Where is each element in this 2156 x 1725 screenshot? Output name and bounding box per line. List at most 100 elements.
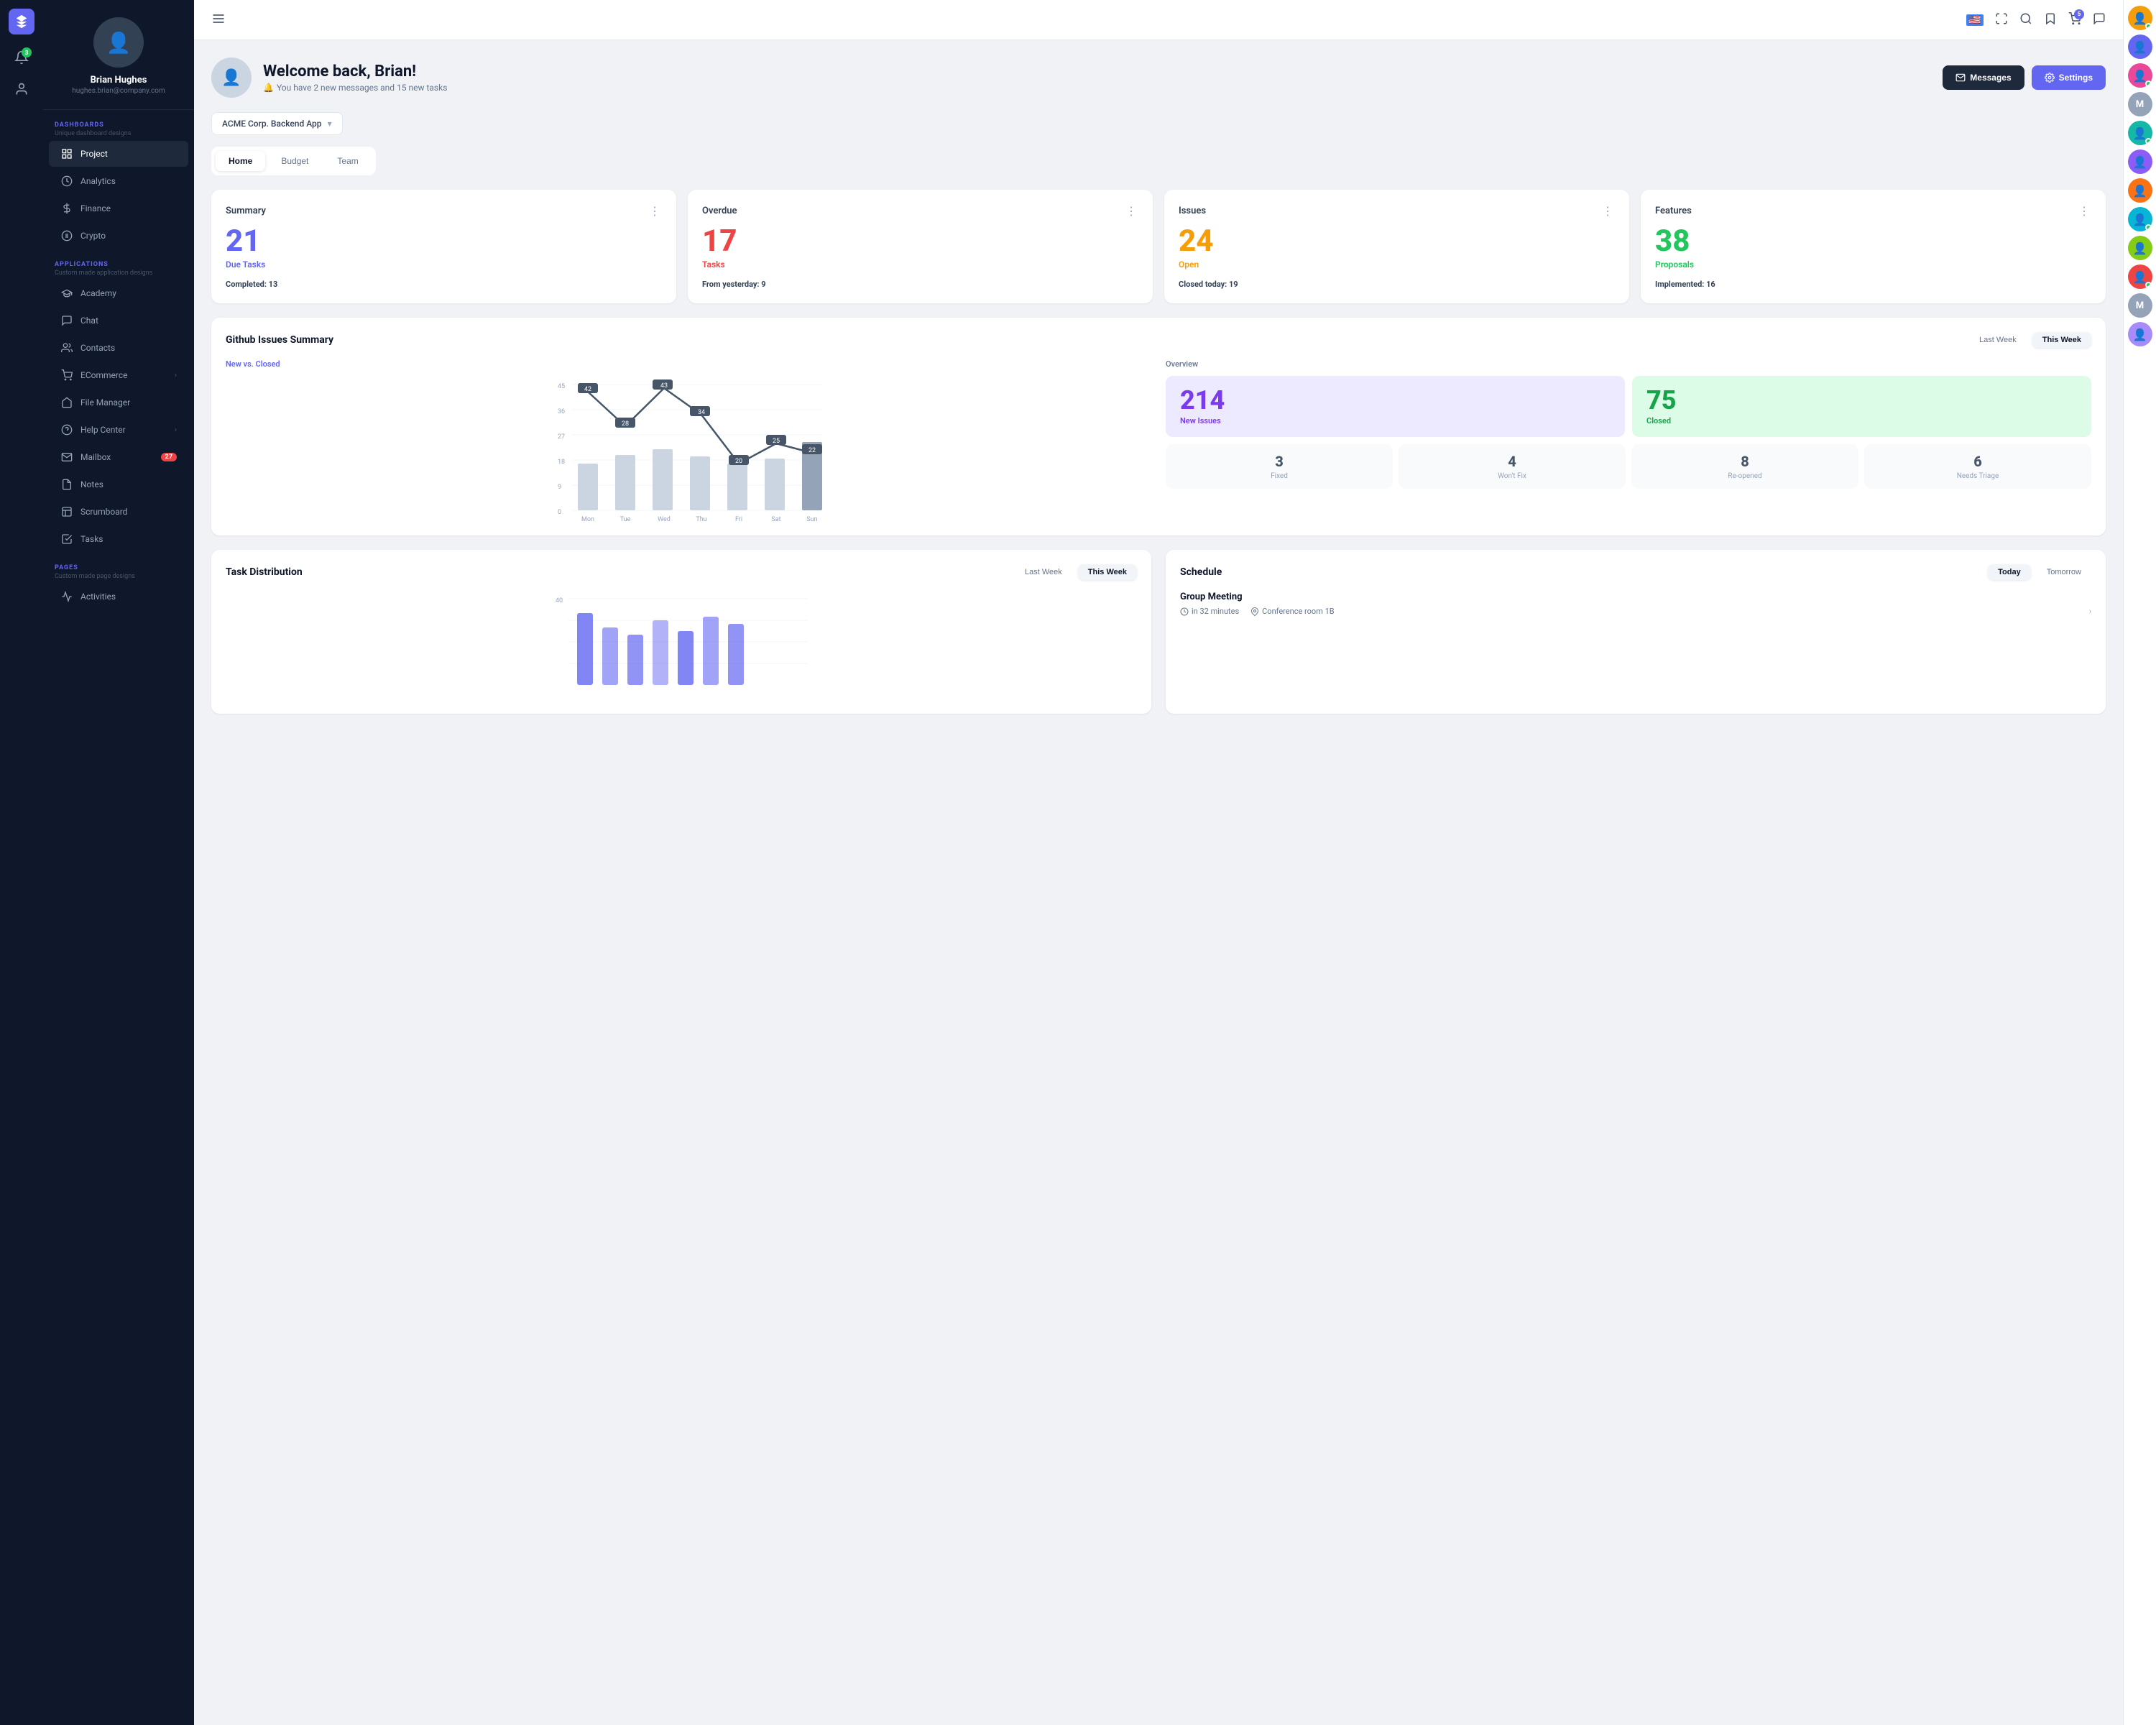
card-overdue-menu[interactable]: ⋮ (1125, 204, 1138, 218)
chart-icon (60, 175, 73, 188)
sidebar-item-project[interactable]: Project (49, 141, 188, 167)
online-indicator (2145, 23, 2152, 29)
svg-text:Fri: Fri (735, 516, 742, 521)
closed-issues-card: 75 Closed (1632, 376, 2091, 437)
main-area: 🇺🇸 5 (194, 0, 2123, 1725)
card-features-menu[interactable]: ⋮ (2078, 204, 2091, 218)
schedule-tomorrow-btn[interactable]: Tomorrow (2037, 564, 2091, 580)
project-selector-label: ACME Corp. Backend App (222, 119, 322, 129)
chart-area: New vs. Closed 45 36 27 18 9 0 (226, 359, 1151, 521)
welcome-left: 👤 Welcome back, Brian! 🔔 You have 2 new … (211, 58, 447, 98)
right-user-8[interactable]: 👤 (2128, 207, 2152, 231)
meeting-title: Group Meeting (1180, 592, 2091, 602)
svg-text:18: 18 (558, 459, 565, 466)
svg-text:40: 40 (556, 597, 563, 604)
cart-button[interactable]: 5 (2068, 12, 2081, 28)
language-selector[interactable]: 🇺🇸 (1966, 14, 1984, 26)
svg-text:36: 36 (558, 408, 565, 415)
menu-button[interactable] (211, 12, 226, 29)
notifications-button[interactable]: 3 (10, 46, 33, 72)
meeting-arrow-icon[interactable]: › (2089, 607, 2091, 616)
right-user-1[interactable]: 👤 (2128, 6, 2152, 30)
tab-team[interactable]: Team (324, 151, 371, 171)
online-indicator (2145, 138, 2152, 144)
card-issues-menu[interactable]: ⋮ (1602, 204, 1615, 218)
svg-text:45: 45 (558, 383, 565, 390)
sidebar-item-notes[interactable]: Notes (49, 472, 188, 497)
project-selector[interactable]: ACME Corp. Backend App ▾ (211, 112, 343, 135)
sidebar-item-academy[interactable]: Academy (49, 280, 188, 306)
github-this-week-btn[interactable]: This Week (2032, 332, 2091, 348)
sidebar-item-scrumboard[interactable]: Scrumboard (49, 499, 188, 525)
sidebar-item-finance[interactable]: Finance (49, 196, 188, 221)
schedule-today-btn[interactable]: Today (1988, 564, 2031, 580)
sidebar-item-analytics[interactable]: Analytics (49, 168, 188, 194)
svg-text:34: 34 (698, 409, 705, 416)
applications-section-title: APPLICATIONS (55, 261, 183, 268)
sidebar-item-helpcenter[interactable]: Help Center › (49, 417, 188, 443)
new-issues-number: 214 (1180, 387, 1611, 413)
settings-action-button[interactable]: Settings (2032, 65, 2106, 90)
fixed-label: Fixed (1174, 472, 1384, 480)
profile-email: hughes.brian@company.com (72, 87, 165, 95)
card-features-number: 38 (1655, 226, 2091, 257)
search-button[interactable] (2019, 12, 2032, 28)
activities-icon (60, 590, 73, 603)
crypto-icon (60, 229, 73, 242)
schedule-meeting: Group Meeting in 32 minutes Conference r… (1180, 592, 2091, 616)
fullscreen-button[interactable] (1995, 12, 2008, 28)
right-user-11[interactable]: M (2128, 293, 2152, 318)
bottom-row: Task Distribution Last Week This Week 40 (211, 550, 2106, 714)
right-user-5[interactable]: 👤 (2128, 121, 2152, 145)
github-last-week-btn[interactable]: Last Week (1969, 332, 2027, 348)
closed-issues-label: Closed (1646, 416, 2077, 426)
project-label: Project (80, 149, 108, 159)
task-this-week-btn[interactable]: This Week (1078, 564, 1137, 580)
mailbox-icon (60, 451, 73, 464)
task-last-week-btn[interactable]: Last Week (1015, 564, 1072, 580)
right-user-4[interactable]: M (2128, 92, 2152, 116)
right-user-9[interactable]: 👤 (2128, 236, 2152, 260)
applications-section-header: APPLICATIONS Custom made application des… (43, 249, 194, 280)
online-indicator (2145, 224, 2152, 231)
card-issues-footer: Closed today: 19 (1179, 280, 1615, 289)
task-distribution-card: Task Distribution Last Week This Week 40 (211, 550, 1151, 714)
sidebar-item-activities[interactable]: Activities (49, 584, 188, 610)
bookmark-button[interactable] (2044, 12, 2057, 28)
sidebar-item-crypto[interactable]: Crypto (49, 223, 188, 249)
sidebar-item-filemanager[interactable]: File Manager (49, 390, 188, 415)
academy-label: Academy (80, 288, 116, 298)
right-user-2[interactable]: 👤 (2128, 34, 2152, 59)
card-summary-menu[interactable]: ⋮ (649, 204, 662, 218)
sidebar-item-ecommerce[interactable]: ECommerce › (49, 362, 188, 388)
messages-action-button[interactable]: Messages (1943, 65, 2024, 90)
task-bar-chart: 40 (226, 592, 1137, 692)
sidebar-item-chat[interactable]: Chat (49, 308, 188, 334)
card-features-title: Features (1655, 206, 1692, 216)
tab-budget[interactable]: Budget (268, 151, 321, 171)
project-selector-chevron-icon: ▾ (328, 119, 332, 129)
sidebar-item-tasks[interactable]: Tasks (49, 526, 188, 552)
app-logo[interactable] (9, 9, 34, 34)
svg-text:9: 9 (558, 484, 561, 491)
card-issues-label: Open (1179, 259, 1615, 270)
ecommerce-icon (60, 369, 73, 382)
notes-label: Notes (80, 479, 103, 489)
triage-number: 6 (1873, 453, 2083, 470)
github-section: Github Issues Summary Last Week This Wee… (211, 318, 2106, 535)
tab-home[interactable]: Home (216, 151, 265, 171)
meeting-details: in 32 minutes Conference room 1B › (1180, 607, 2091, 616)
messages-button[interactable] (2093, 12, 2106, 28)
sidebar-item-mailbox[interactable]: Mailbox 27 (49, 444, 188, 470)
right-user-12[interactable]: 👤 (2128, 322, 2152, 346)
notification-badge: 3 (22, 47, 32, 58)
right-user-6[interactable]: 👤 (2128, 150, 2152, 174)
right-user-3[interactable]: 👤 (2128, 63, 2152, 88)
sidebar-item-contacts[interactable]: Contacts (49, 335, 188, 361)
finance-icon (60, 202, 73, 215)
user-button[interactable] (10, 78, 33, 104)
right-user-10[interactable]: 👤 (2128, 264, 2152, 289)
wontfix-label: Won't Fix (1407, 472, 1617, 480)
analytics-label: Analytics (80, 176, 116, 186)
right-user-7[interactable]: 👤 (2128, 178, 2152, 203)
